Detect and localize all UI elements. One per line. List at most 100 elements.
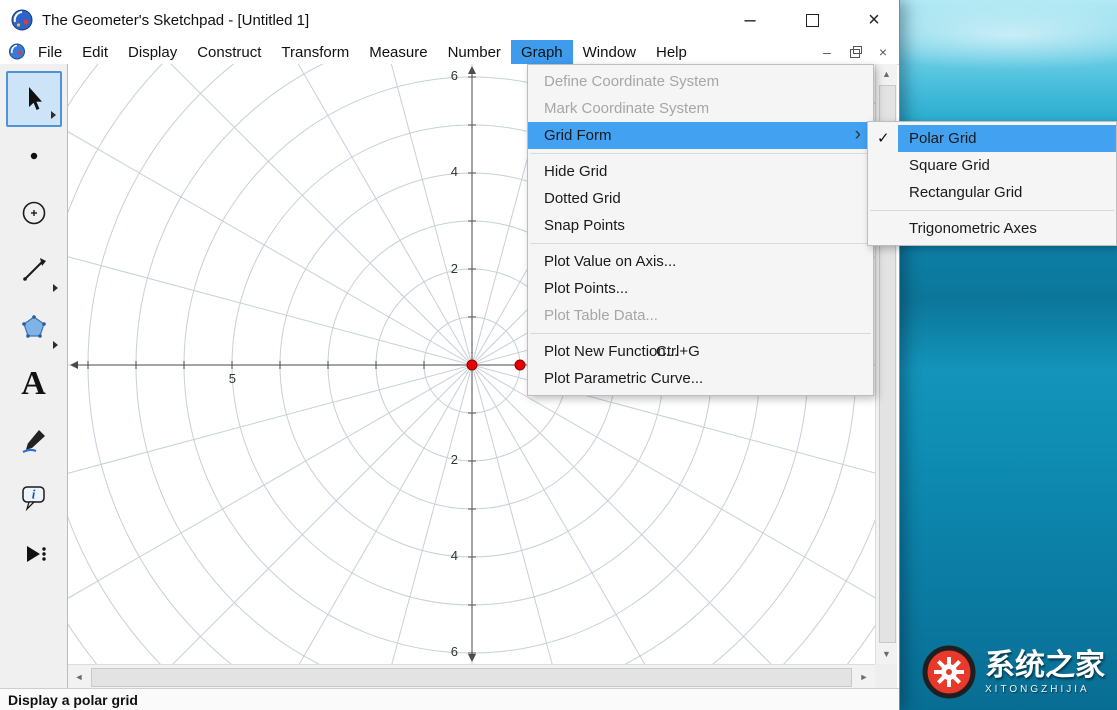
menu-item-grid-form[interactable]: Grid Form › [528, 122, 873, 149]
tool-marker[interactable] [6, 413, 62, 469]
menu-item-dotted-grid[interactable]: Dotted Grid [528, 185, 873, 212]
tool-information[interactable]: i [6, 470, 62, 526]
minimize-button[interactable]: – [739, 9, 761, 31]
submenu-item-square-grid[interactable]: Square Grid [868, 152, 1116, 179]
selection-arrow-icon [20, 85, 48, 113]
menu-item-plot-parametric-curve[interactable]: Plot Parametric Curve... [528, 365, 873, 392]
axis-label: 4 [436, 164, 458, 179]
menu-item-plot-table-data: Plot Table Data... [528, 302, 873, 329]
close-icon: × [868, 9, 880, 32]
child-restore-icon [850, 49, 860, 58]
grid-form-submenu: ✓ Polar Grid Square Grid Rectangular Gri… [867, 121, 1117, 246]
graph-menu-dropdown: Define Coordinate System Mark Coordinate… [527, 64, 874, 396]
status-bar: Display a polar grid [0, 688, 899, 710]
menu-separator [530, 333, 871, 334]
scroll-right-button[interactable]: ► [853, 665, 875, 688]
custom-tool-icon [20, 541, 48, 569]
menu-label: Help [656, 44, 687, 61]
minimize-icon: – [744, 15, 755, 25]
document-icon [8, 43, 28, 60]
title-bar: The Geometer's Sketchpad - [Untitled 1] … [0, 0, 899, 40]
menu-item-label: Plot Parametric Curve... [544, 370, 703, 387]
flyout-indicator-icon [53, 284, 58, 292]
child-close-button[interactable]: × [875, 44, 891, 60]
scroll-down-button[interactable]: ▼ [876, 644, 897, 664]
submenu-arrow-icon: › [855, 122, 861, 147]
point-tool-icon [20, 142, 48, 170]
submenu-item-trigonometric-axes[interactable]: Trigonometric Axes [868, 215, 1116, 242]
tool-text[interactable]: A [6, 356, 62, 412]
maximize-icon [806, 14, 819, 27]
menu-number[interactable]: Number [438, 40, 511, 64]
text-tool-icon: A [21, 367, 46, 401]
tool-polygon[interactable] [6, 299, 62, 355]
scroll-down-icon: ▼ [882, 649, 891, 659]
tool-custom[interactable] [6, 527, 62, 583]
window-controls: – × [739, 0, 885, 40]
submenu-item-label: Polar Grid [909, 130, 977, 147]
plotted-point[interactable] [467, 360, 477, 370]
menu-separator [530, 243, 871, 244]
menu-item-plot-value-on-axis[interactable]: Plot Value on Axis... [528, 248, 873, 275]
menu-item-label: Dotted Grid [544, 190, 621, 207]
watermark-subtitle: XITONGZHIJIA [985, 684, 1105, 696]
menu-label: Number [448, 44, 501, 61]
child-close-icon: × [879, 44, 887, 60]
child-restore-button[interactable] [847, 44, 863, 60]
child-minimize-icon: – [823, 44, 831, 60]
menu-edit[interactable]: Edit [72, 40, 118, 64]
screen: 系统之家 XITONGZHIJIA The Geometer's Sketchp… [0, 0, 1117, 710]
menu-item-hide-grid[interactable]: Hide Grid [528, 158, 873, 185]
menu-display[interactable]: Display [118, 40, 187, 64]
compass-tool-icon [19, 198, 49, 228]
menu-graph[interactable]: Graph [511, 40, 573, 64]
menu-construct[interactable]: Construct [187, 40, 271, 64]
menu-item-label: Define Coordinate System [544, 73, 719, 90]
menu-item-plot-points[interactable]: Plot Points... [528, 275, 873, 302]
menu-shortcut: Ctrl+G [656, 338, 700, 365]
menu-measure[interactable]: Measure [359, 40, 437, 64]
submenu-item-polar-grid[interactable]: ✓ Polar Grid [868, 125, 1116, 152]
tool-selection-arrow[interactable] [6, 71, 62, 127]
submenu-item-label: Square Grid [909, 157, 990, 174]
watermark-title: 系统之家 [985, 649, 1105, 684]
menu-label: File [38, 44, 62, 61]
menu-file[interactable]: File [28, 40, 72, 64]
submenu-item-rectangular-grid[interactable]: Rectangular Grid [868, 179, 1116, 206]
scroll-up-button[interactable]: ▲ [876, 64, 897, 84]
menu-item-label: Plot Points... [544, 280, 628, 297]
close-button[interactable]: × [863, 9, 885, 31]
axis-label: 2 [436, 261, 458, 276]
scrollbar-corner [875, 664, 897, 688]
flyout-indicator-icon [53, 341, 58, 349]
scroll-left-button[interactable]: ◄ [68, 665, 90, 688]
tool-straightedge[interactable] [6, 242, 62, 298]
menu-separator [530, 153, 871, 154]
tool-compass[interactable] [6, 185, 62, 241]
horizontal-scroll-thumb[interactable] [91, 668, 852, 687]
check-icon: ✓ [877, 125, 890, 152]
horizontal-scrollbar[interactable]: ◄ ► [68, 664, 875, 688]
menu-label: Window [583, 44, 636, 61]
tool-point[interactable] [6, 128, 62, 184]
submenu-item-label: Trigonometric Axes [909, 220, 1037, 237]
menu-item-label: Snap Points [544, 217, 625, 234]
menu-window[interactable]: Window [573, 40, 646, 64]
menu-label: Display [128, 44, 177, 61]
menu-transform[interactable]: Transform [271, 40, 359, 64]
menu-item-plot-new-function[interactable]: Plot New Function... Ctrl+G [528, 338, 873, 365]
site-watermark: 系统之家 XITONGZHIJIA [921, 644, 1105, 700]
polygon-tool-icon [20, 313, 48, 341]
window-title: The Geometer's Sketchpad - [Untitled 1] [42, 12, 309, 29]
menu-label: Graph [521, 44, 563, 61]
menu-item-label: Mark Coordinate System [544, 100, 709, 117]
menu-help[interactable]: Help [646, 40, 697, 64]
maximize-button[interactable] [801, 9, 823, 31]
menu-item-snap-points[interactable]: Snap Points [528, 212, 873, 239]
child-minimize-button[interactable]: – [819, 44, 835, 60]
menu-item-label: Plot Value on Axis... [544, 253, 676, 270]
axis-label: 5 [214, 371, 236, 386]
scroll-right-icon: ► [860, 672, 869, 682]
plotted-point[interactable] [515, 360, 525, 370]
axis-label: 6 [436, 644, 458, 659]
